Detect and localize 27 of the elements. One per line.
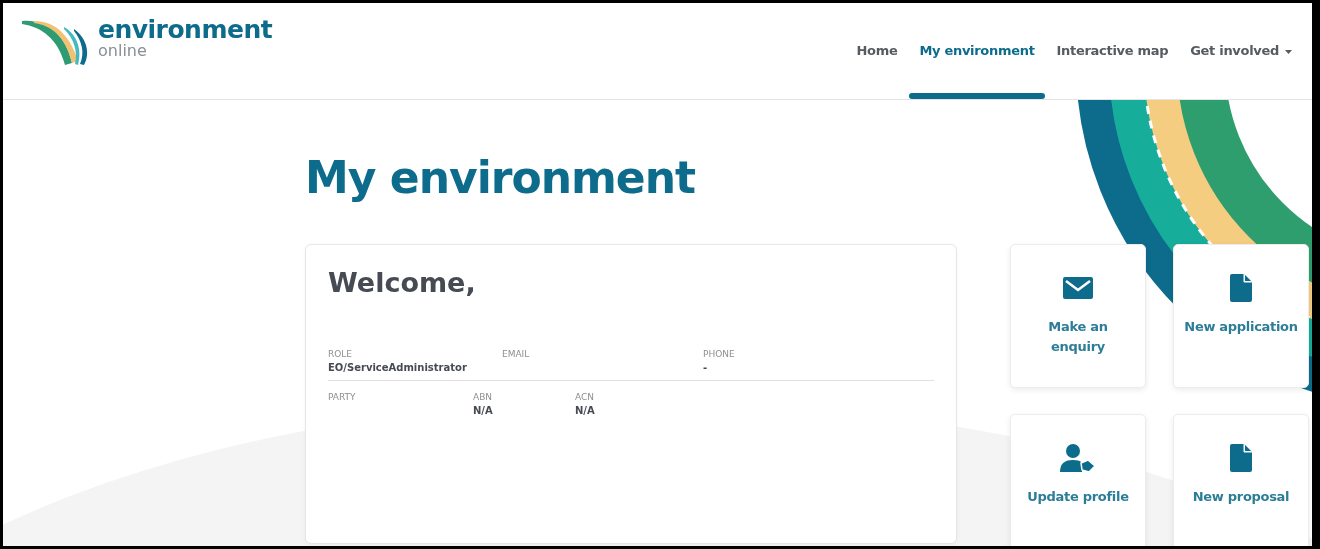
nav-link[interactable]: My environment <box>909 3 1045 99</box>
action-tile[interactable]: New proposal <box>1173 414 1309 546</box>
brand-tagline: online <box>98 43 148 59</box>
field-label: ROLE <box>328 348 354 360</box>
envelope-icon <box>1063 277 1093 299</box>
field-value: EO/ServiceAdministrator <box>328 361 468 375</box>
field-label: ABN <box>473 391 494 403</box>
document-icon <box>1230 274 1252 302</box>
nav-link[interactable]: Interactive map <box>1046 3 1179 99</box>
user-tag-icon <box>1060 444 1096 472</box>
field-value: - <box>703 361 709 375</box>
welcome-heading: Welcome, <box>328 267 477 298</box>
action-tile[interactable]: Make an enquiry <box>1010 244 1146 388</box>
caret-icon <box>1285 50 1292 54</box>
brand-name: environment <box>98 17 273 43</box>
field-label: PHONE <box>703 348 736 360</box>
page-title: My environment <box>305 151 696 205</box>
field-value: N/A <box>575 404 596 418</box>
action-tile[interactable]: New application <box>1173 244 1309 388</box>
nav-link[interactable]: Get involved <box>1180 3 1302 99</box>
field-value: N/A <box>473 404 494 418</box>
nav-link[interactable]: Home <box>846 3 908 99</box>
document-icon <box>1230 444 1252 472</box>
field-label: PARTY <box>328 391 357 403</box>
action-tile[interactable]: Update profile <box>1010 414 1146 546</box>
field-label: ACN <box>575 391 595 403</box>
field-label: EMAIL <box>502 348 531 360</box>
